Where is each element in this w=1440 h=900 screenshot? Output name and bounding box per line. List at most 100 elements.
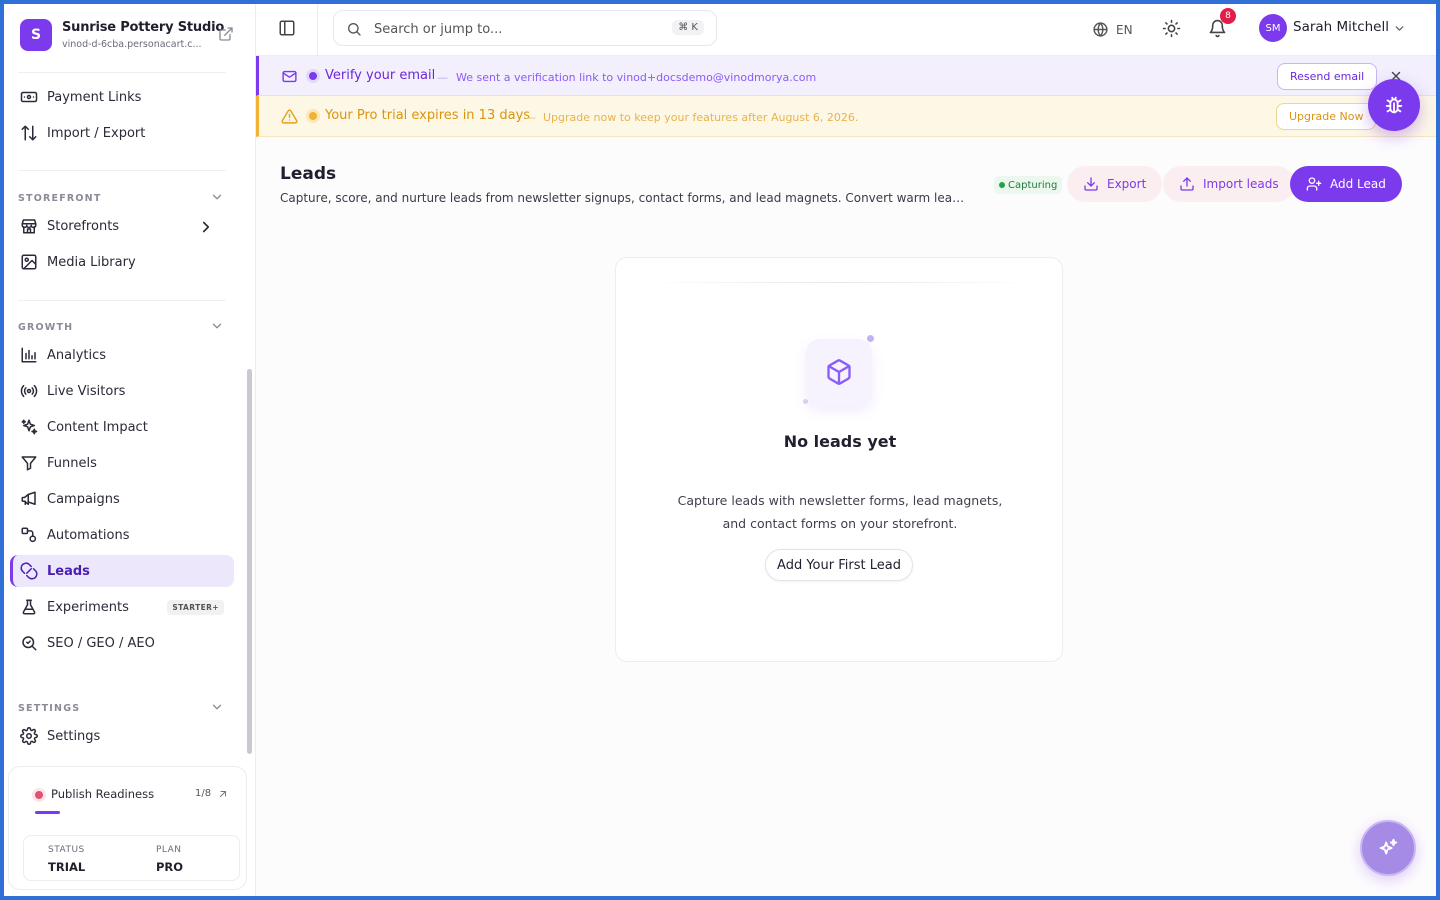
empty-state-icon — [806, 339, 872, 405]
search-input[interactable] — [374, 18, 654, 40]
banner-message: Upgrade now to keep your features after … — [543, 111, 859, 124]
avatar[interactable]: SM — [1259, 14, 1287, 42]
ai-assistant-button[interactable] — [1360, 820, 1416, 876]
sidebar-item-settings[interactable]: Settings — [10, 720, 234, 752]
sidebar-item-label: Payment Links — [47, 89, 142, 105]
payment-link-icon — [20, 91, 38, 103]
add-lead-label: Add Lead — [1330, 177, 1386, 191]
plan-status-box: STATUS TRIAL PLAN PRO — [23, 835, 240, 881]
divider — [18, 170, 226, 171]
banner-title: Your Pro trial expires in 13 days — [325, 108, 531, 123]
bug-icon — [1385, 96, 1403, 114]
chevron-down-icon[interactable] — [210, 319, 224, 333]
sparkles-icon — [21, 419, 38, 435]
section-storefront: STOREFRONT — [18, 193, 102, 204]
status-dot — [309, 112, 317, 120]
sidebar-toggle-icon[interactable] — [278, 19, 296, 37]
search-zoom-icon — [22, 636, 37, 651]
readiness-label: Publish Readiness — [51, 787, 155, 801]
external-link-icon[interactable] — [218, 26, 234, 42]
brand-avatar: S — [20, 19, 52, 51]
resend-email-button[interactable]: Resend email — [1277, 63, 1378, 90]
bug-report-button[interactable] — [1368, 79, 1420, 131]
broadcast-icon — [20, 384, 38, 398]
add-lead-button[interactable]: Add Lead — [1290, 166, 1402, 202]
section-growth: GROWTH — [18, 322, 74, 333]
app-window: S Sunrise Pottery Studio vinod-d-6cba.pe… — [4, 4, 1436, 896]
empty-state-card: No leads yet Capture leads with newslett… — [615, 257, 1063, 662]
divider — [646, 282, 1034, 283]
sidebar: S Sunrise Pottery Studio vinod-d-6cba.pe… — [4, 4, 256, 896]
add-first-lead-button[interactable]: Add Your First Lead — [765, 549, 913, 581]
status-value: TRIAL — [48, 860, 86, 874]
chevron-down-icon[interactable] — [1393, 22, 1406, 35]
status-key: STATUS — [48, 845, 85, 855]
sidebar-item-label: Leads — [47, 563, 90, 579]
user-plus-icon — [1306, 177, 1322, 191]
sun-icon[interactable] — [1162, 19, 1181, 38]
sidebar-item-label: Automations — [47, 527, 130, 543]
brand-header[interactable]: S Sunrise Pottery Studio vinod-d-6cba.pe… — [20, 18, 240, 52]
export-button[interactable]: Export — [1067, 166, 1163, 202]
empty-state-description: Capture leads with newsletter forms, lea… — [660, 489, 1020, 535]
sidebar-item-experiments[interactable]: Experiments STARTER+ — [10, 591, 234, 623]
sidebar-item-storefronts[interactable]: Storefronts — [10, 210, 234, 242]
decorative-dot — [867, 335, 874, 342]
store-icon — [21, 219, 37, 234]
user-name[interactable]: Sarah Mitchell — [1293, 19, 1389, 35]
package-icon — [827, 359, 851, 385]
sidebar-item-label: Funnels — [47, 455, 97, 471]
sidebar-item-media-library[interactable]: Media Library — [10, 246, 234, 278]
language-switcher[interactable]: EN — [1092, 21, 1133, 38]
sidebar-item-analytics[interactable]: Analytics — [10, 339, 234, 371]
divider — [18, 300, 226, 301]
readiness-count: 1/8 — [195, 788, 212, 799]
sidebar-item-label: Campaigns — [47, 491, 120, 507]
sidebar-item-content-impact[interactable]: Content Impact — [10, 411, 234, 443]
empty-state-line: and contact forms on your storefront. — [722, 516, 958, 531]
chevron-down-icon[interactable] — [210, 700, 224, 714]
mail-icon — [282, 70, 297, 83]
export-label: Export — [1107, 177, 1147, 191]
sidebar-item-funnels[interactable]: Funnels — [10, 447, 234, 479]
search-box[interactable]: ⌘ K — [333, 10, 717, 46]
import-label: Import leads — [1203, 177, 1279, 191]
status-dot — [309, 72, 317, 80]
workflow-icon — [21, 527, 37, 543]
arrow-up-right-icon — [220, 791, 226, 797]
sidebar-item-label: Live Visitors — [47, 383, 126, 399]
sidebar-item-campaigns[interactable]: Campaigns — [10, 483, 234, 515]
funnel-icon — [21, 456, 37, 471]
sidebar-item-seo[interactable]: SEO / GEO / AEO — [10, 627, 234, 659]
globe-icon — [1093, 22, 1108, 37]
import-export-icon — [21, 125, 37, 141]
status-dot — [35, 791, 43, 799]
trial-banner: Your Pro trial expires in 13 days — Upgr… — [256, 96, 1436, 137]
readiness-progress — [35, 811, 60, 814]
page-title: Leads — [280, 164, 337, 184]
page-description: Capture, score, and nurture leads from n… — [280, 191, 970, 205]
plan-key: PLAN — [156, 845, 182, 855]
sidebar-item-label: Experiments — [47, 599, 129, 615]
sidebar-item-import-export[interactable]: Import / Export — [10, 117, 234, 149]
flask-icon — [22, 599, 36, 615]
upgrade-now-button[interactable]: Upgrade Now — [1276, 103, 1377, 130]
status-badge: Capturing — [994, 176, 1063, 194]
sidebar-item-label: SEO / GEO / AEO — [47, 635, 155, 651]
sidebar-item-label: Settings — [47, 728, 101, 744]
chevron-down-icon[interactable] — [210, 190, 224, 204]
sidebar-item-leads[interactable]: Leads — [10, 555, 234, 587]
sidebar-item-live-visitors[interactable]: Live Visitors — [10, 375, 234, 407]
plan-badge: STARTER+ — [167, 600, 224, 615]
magnet-icon — [20, 562, 38, 580]
publish-readiness-card[interactable]: Publish Readiness 1/8 STATUS TRIAL PLAN … — [8, 766, 247, 890]
upload-icon — [1180, 177, 1194, 191]
sidebar-item-label: Storefronts — [47, 218, 120, 234]
divider — [317, 4, 318, 56]
bar-chart-icon — [21, 347, 37, 363]
import-leads-button[interactable]: Import leads — [1163, 166, 1295, 202]
sidebar-item-payment-links[interactable]: Payment Links — [10, 81, 234, 113]
sidebar-item-automations[interactable]: Automations — [10, 519, 234, 551]
sidebar-scrollbar[interactable] — [247, 369, 252, 754]
shortcut-hint: ⌘ K — [672, 20, 704, 35]
